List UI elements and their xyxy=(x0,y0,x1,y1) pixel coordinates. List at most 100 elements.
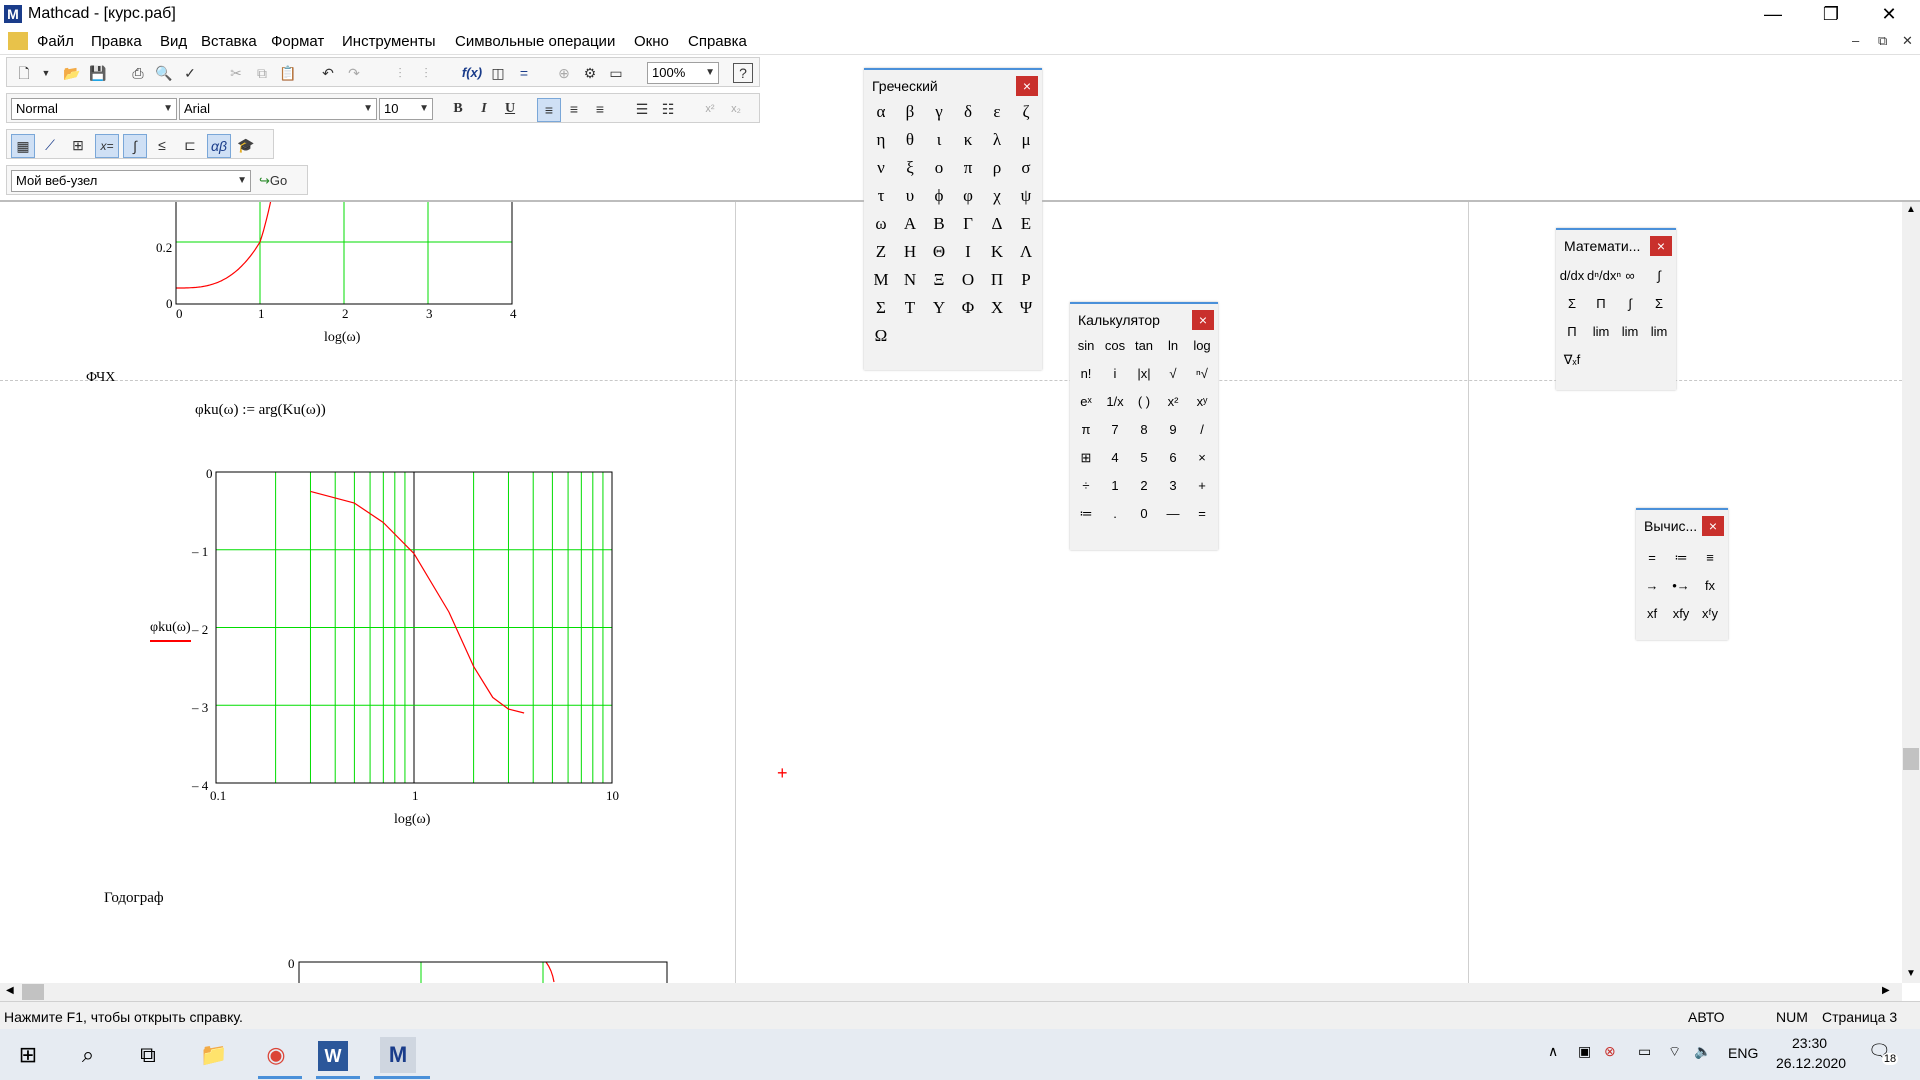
greek-symbol-button-1[interactable]: β xyxy=(897,100,923,124)
word-icon[interactable]: W xyxy=(318,1041,348,1071)
greek-palette-close-button[interactable]: × xyxy=(1016,76,1038,96)
greek-symbol-button-34[interactable]: Κ xyxy=(984,240,1010,264)
calculator-button-15[interactable]: π xyxy=(1072,418,1100,442)
numbered-list-icon[interactable]: ☷ xyxy=(657,98,679,120)
mdi-close-button[interactable]: ✕ xyxy=(1902,33,1913,49)
calculator-button-34[interactable]: = xyxy=(1188,502,1216,526)
math-button-7[interactable]: Σ xyxy=(1645,292,1673,316)
greek-symbol-button-38[interactable]: Ξ xyxy=(926,268,952,292)
calculator-button-12[interactable]: ( ) xyxy=(1130,390,1158,414)
math-button-2[interactable]: ∞ xyxy=(1616,264,1644,288)
calculator-button-18[interactable]: 9 xyxy=(1159,418,1187,442)
tray-meet-icon[interactable]: ▣ xyxy=(1578,1043,1591,1060)
evaluation-button-4[interactable]: •→ xyxy=(1667,574,1695,598)
tray-language[interactable]: ENG xyxy=(1728,1045,1758,1061)
evaluation-button-3[interactable]: → xyxy=(1638,574,1666,598)
copy-icon[interactable]: ⧉ xyxy=(251,62,273,84)
math-button-9[interactable]: lim xyxy=(1587,320,1615,344)
greek-symbol-button-24[interactable]: ω xyxy=(868,212,894,236)
redo-icon[interactable]: ↷ xyxy=(343,62,365,84)
scroll-up-icon[interactable]: ▲ xyxy=(1906,204,1916,215)
help-icon[interactable]: ? xyxy=(733,63,753,83)
calculator-button-3[interactable]: ln xyxy=(1159,334,1187,358)
align-left-icon[interactable]: ≡ xyxy=(537,98,561,122)
tray-chevron-up-icon[interactable]: ∧ xyxy=(1548,1043,1558,1060)
windows-start-icon[interactable]: ⊞ xyxy=(10,1037,46,1073)
symbolic-toolbar-icon[interactable]: 🎓 xyxy=(235,134,257,156)
greek-symbol-button-14[interactable]: ο xyxy=(926,156,952,180)
greek-symbol-button-0[interactable]: α xyxy=(868,100,894,124)
calculator-button-6[interactable]: i xyxy=(1101,362,1129,386)
greek-symbol-button-12[interactable]: ν xyxy=(868,156,894,180)
menu-symbolics[interactable]: Символьные операции xyxy=(455,33,615,50)
greek-symbol-button-48[interactable]: Ω xyxy=(868,324,894,348)
horizontal-scroll-thumb[interactable] xyxy=(22,984,44,1000)
math-button-3[interactable]: ∫ xyxy=(1645,264,1673,288)
evaluation-button-1[interactable]: ≔ xyxy=(1667,546,1695,570)
calculator-button-20[interactable]: ⊞ xyxy=(1072,446,1100,470)
scroll-down-icon[interactable]: ▼ xyxy=(1906,968,1916,979)
greek-symbol-button-15[interactable]: π xyxy=(955,156,981,180)
greek-symbol-button-19[interactable]: υ xyxy=(897,184,923,208)
new-document-icon[interactable]: 🗋 xyxy=(13,62,35,84)
greek-symbol-button-44[interactable]: Υ xyxy=(926,296,952,320)
calculator-button-21[interactable]: 4 xyxy=(1101,446,1129,470)
calculator-button-14[interactable]: xʸ xyxy=(1188,390,1216,414)
greek-symbol-button-21[interactable]: φ xyxy=(955,184,981,208)
boolean-toolbar-icon[interactable]: ≤ xyxy=(151,134,173,156)
greek-symbol-button-31[interactable]: Η xyxy=(897,240,923,264)
superscript-icon[interactable]: x² xyxy=(699,98,721,120)
calculator-button-27[interactable]: 2 xyxy=(1130,474,1158,498)
menu-help[interactable]: Справка xyxy=(688,33,747,50)
plot3[interactable] xyxy=(296,960,670,983)
print-preview-icon[interactable]: 🔍 xyxy=(153,62,175,84)
math-palette-close-button[interactable]: × xyxy=(1650,236,1672,256)
web-resource-combo[interactable]: Мой веб-узел ▼ xyxy=(11,170,251,192)
go-button[interactable]: ↪Go xyxy=(259,170,303,192)
tray-battery-icon[interactable]: ▭ xyxy=(1638,1043,1651,1060)
evaluation-button-6[interactable]: xf xyxy=(1638,602,1666,626)
section-heading-hodograph[interactable]: Годограф xyxy=(104,890,164,907)
document-icon[interactable] xyxy=(8,32,28,50)
align-horizontal-icon[interactable]: ⫶ xyxy=(389,62,411,84)
save-icon[interactable]: 💾 xyxy=(87,62,109,84)
greek-symbol-button-22[interactable]: χ xyxy=(984,184,1010,208)
calculator-button-10[interactable]: eˣ xyxy=(1072,390,1100,414)
calculator-button-31[interactable]: . xyxy=(1101,502,1129,526)
phase-formula[interactable]: φku(ω) := arg(Ku(ω)) xyxy=(195,402,326,419)
calculator-button-33[interactable]: — xyxy=(1159,502,1187,526)
calculator-button-1[interactable]: cos xyxy=(1101,334,1129,358)
evaluation-toolbar-icon[interactable]: x= xyxy=(95,134,119,158)
math-button-11[interactable]: lim xyxy=(1645,320,1673,344)
insert-unit-icon[interactable]: ◫ xyxy=(487,62,509,84)
mathcad-taskbar-icon[interactable]: M xyxy=(380,1037,416,1073)
greek-symbol-button-9[interactable]: κ xyxy=(955,128,981,152)
open-folder-icon[interactable]: 📂 xyxy=(61,62,83,84)
task-view-icon[interactable]: ⧉ xyxy=(130,1037,166,1073)
bullet-list-icon[interactable]: ☰ xyxy=(631,98,653,120)
greek-symbol-button-42[interactable]: Σ xyxy=(868,296,894,320)
mdi-restore-button[interactable]: ⧉ xyxy=(1878,33,1887,49)
zoom-combo[interactable]: 100% ▼ xyxy=(647,62,719,84)
menu-format[interactable]: Формат xyxy=(271,33,324,50)
greek-symbol-button-43[interactable]: Τ xyxy=(897,296,923,320)
calculator-button-17[interactable]: 8 xyxy=(1130,418,1158,442)
calculator-button-19[interactable]: / xyxy=(1188,418,1216,442)
greek-symbol-button-40[interactable]: Π xyxy=(984,268,1010,292)
calculus-toolbar-icon[interactable]: ∫ xyxy=(123,134,147,158)
calculator-button-8[interactable]: √ xyxy=(1159,362,1187,386)
calculator-button-13[interactable]: x² xyxy=(1159,390,1187,414)
evaluation-button-5[interactable]: fx xyxy=(1696,574,1724,598)
run-script-icon[interactable]: ▭ xyxy=(605,62,627,84)
font-combo[interactable]: Arial ▼ xyxy=(179,98,377,120)
calculator-button-16[interactable]: 7 xyxy=(1101,418,1129,442)
menu-insert[interactable]: Вставка xyxy=(201,33,257,50)
calculator-button-0[interactable]: sin xyxy=(1072,334,1100,358)
greek-symbol-button-10[interactable]: λ xyxy=(984,128,1010,152)
greek-symbol-button-13[interactable]: ξ xyxy=(897,156,923,180)
greek-symbol-button-11[interactable]: μ xyxy=(1013,128,1039,152)
greek-symbol-button-28[interactable]: Δ xyxy=(984,212,1010,236)
italic-button[interactable]: I xyxy=(473,98,495,120)
cut-icon[interactable]: ✂ xyxy=(225,62,247,84)
new-dropdown-icon[interactable]: ▼ xyxy=(39,62,53,84)
